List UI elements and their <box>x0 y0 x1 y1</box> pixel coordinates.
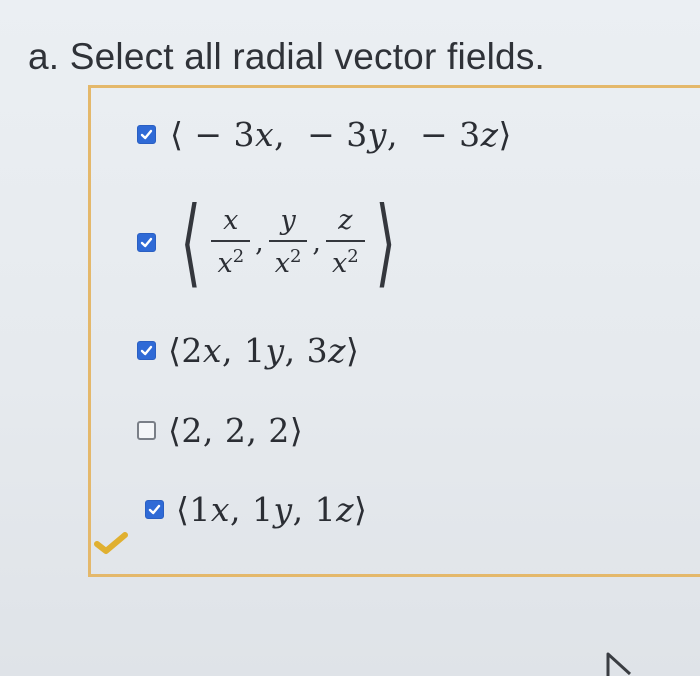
question-prompt: a. Select all radial vector fields. <box>28 36 546 77</box>
option-5-expression: ⟨1x, 1y, 1z⟩ <box>176 490 368 529</box>
option-2[interactable]: ⟨ x x2 , y x2 , z x2 ⟩ <box>137 194 404 290</box>
checkmark-icon <box>148 504 161 515</box>
open-angle-bracket: ⟨ <box>180 186 202 298</box>
option-5[interactable]: ⟨1x, 1y, 1z⟩ <box>145 490 367 529</box>
option-1-expression: ⟨ − 3x, − 3y, − 3z⟩ <box>170 115 512 154</box>
option-4-expression: ⟨2, 2, 2⟩ <box>168 411 304 450</box>
correct-checkmark-icon <box>94 532 128 554</box>
option-2-expression: ⟨ x x2 , y x2 , z x2 ⟩ <box>180 186 396 298</box>
checkmark-icon <box>140 237 153 247</box>
checkbox-option-1[interactable] <box>137 125 156 144</box>
checkmark-icon <box>140 129 153 140</box>
checkbox-option-2[interactable] <box>137 232 156 252</box>
checkbox-option-5[interactable] <box>145 500 164 519</box>
option-3-expression: ⟨2x, 1y, 3z⟩ <box>168 331 360 370</box>
mouse-cursor-icon <box>606 652 632 676</box>
checkbox-option-4[interactable] <box>137 421 156 440</box>
fraction-3: z x2 <box>326 205 365 279</box>
fraction-1: x x2 <box>211 205 251 279</box>
option-4[interactable]: ⟨2, 2, 2⟩ <box>137 411 303 450</box>
option-3[interactable]: ⟨2x, 1y, 3z⟩ <box>137 331 359 370</box>
fraction-2: y x2 <box>268 205 308 279</box>
close-angle-bracket: ⟩ <box>375 186 396 298</box>
option-1[interactable]: ⟨ − 3x, − 3y, − 3z⟩ <box>137 115 512 154</box>
checkmark-icon <box>140 345 153 356</box>
checkbox-option-3[interactable] <box>137 341 156 360</box>
